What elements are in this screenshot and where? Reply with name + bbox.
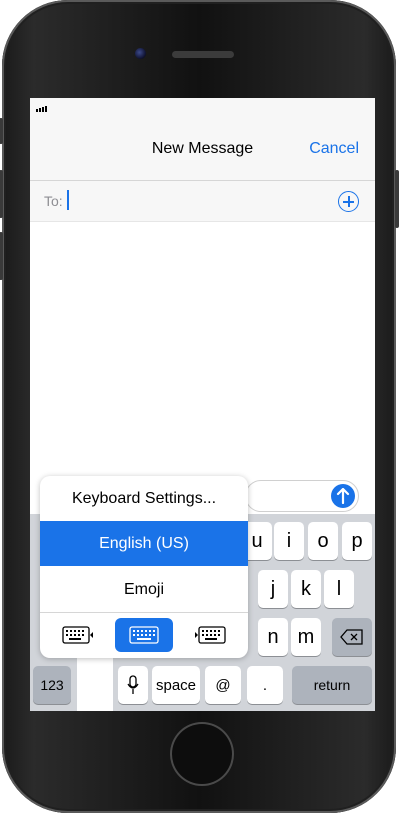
- send-icon[interactable]: [331, 484, 355, 508]
- return-key[interactable]: return: [292, 666, 372, 704]
- left-handed-keyboard-icon: [62, 626, 93, 644]
- microphone-icon: [127, 675, 139, 694]
- key-k[interactable]: k: [291, 570, 321, 608]
- globe-key-highlight: [77, 658, 113, 711]
- english-us-item[interactable]: English (US): [40, 521, 248, 566]
- full-keyboard-icon: [129, 626, 159, 644]
- to-label: To:: [44, 193, 63, 209]
- key-p[interactable]: p: [342, 522, 372, 560]
- add-contact-icon[interactable]: [338, 191, 359, 212]
- mute-switch: [0, 118, 3, 144]
- status-bar: [30, 98, 375, 120]
- right-handed-keyboard-button[interactable]: [181, 618, 239, 652]
- emoji-item[interactable]: Emoji: [40, 567, 248, 612]
- key-o[interactable]: o: [308, 522, 338, 560]
- numbers-key[interactable]: 123: [33, 666, 71, 704]
- key-l[interactable]: l: [324, 570, 354, 608]
- text-cursor: [67, 190, 69, 210]
- recipient-row[interactable]: To:: [30, 181, 375, 222]
- backspace-key[interactable]: [332, 618, 372, 656]
- earpiece-speaker: [172, 51, 234, 58]
- front-camera: [135, 48, 146, 59]
- key-i[interactable]: i: [274, 522, 304, 560]
- dictation-key[interactable]: [118, 666, 148, 704]
- right-handed-keyboard-icon: [195, 626, 226, 644]
- left-handed-keyboard-button[interactable]: [49, 618, 107, 652]
- volume-down-button: [0, 232, 3, 280]
- dot-key[interactable]: .: [247, 666, 283, 704]
- key-j[interactable]: j: [258, 570, 288, 608]
- backspace-icon: [340, 629, 363, 645]
- signal-icon: [36, 106, 47, 112]
- message-input[interactable]: [245, 480, 359, 512]
- key-m[interactable]: m: [291, 618, 321, 656]
- phone-frame: New Message Cancel To: u i o p j k l n m: [0, 0, 399, 813]
- home-button[interactable]: [172, 724, 232, 784]
- key-n[interactable]: n: [258, 618, 288, 656]
- menu-divider: [40, 612, 248, 613]
- keyboard-switcher-menu: Keyboard Settings... English (US) Emoji: [40, 476, 248, 658]
- keyboard-settings-item[interactable]: Keyboard Settings...: [40, 476, 248, 521]
- full-keyboard-button[interactable]: [115, 618, 173, 652]
- at-key[interactable]: @: [205, 666, 241, 704]
- cancel-button[interactable]: Cancel: [309, 140, 359, 158]
- power-button: [395, 170, 399, 228]
- screen: New Message Cancel To: u i o p j k l n m: [30, 98, 375, 711]
- volume-up-button: [0, 170, 3, 218]
- space-key[interactable]: space: [152, 666, 200, 704]
